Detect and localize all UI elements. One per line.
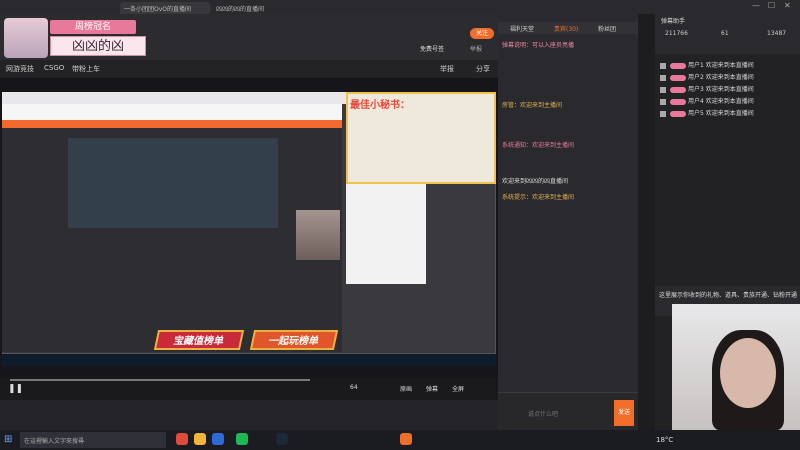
fullscreen-button[interactable]: 全屏: [452, 384, 464, 393]
ranking-row-text: 用户1 欢迎来到本直播间: [688, 62, 754, 69]
room-title: 凶凶的凶: [50, 36, 146, 56]
live-app-icon[interactable]: [400, 433, 412, 445]
free-gift-label[interactable]: 免费号签: [420, 44, 444, 53]
breadcrumb: 网游竞技 CSGO 带粉上车 举报 分享: [0, 60, 498, 78]
ranking-title: 弹幕助手: [661, 18, 686, 25]
browser-tab[interactable]: 一条小团团OvO的直播间: [120, 2, 210, 14]
chrome-icon[interactable]: [176, 433, 188, 445]
maximize-icon[interactable]: ☐: [768, 1, 775, 10]
rank-icon: [660, 110, 666, 117]
pause-icon[interactable]: ❚❚: [8, 384, 23, 394]
inner-chat-list: [346, 184, 426, 284]
inner-orange-bar: [2, 120, 342, 128]
ranking-row: 用户2 欢迎来到本直播间: [660, 72, 798, 81]
volume-value: 64: [350, 384, 358, 391]
quality-button[interactable]: 原画: [400, 384, 412, 393]
spotify-icon[interactable]: [236, 433, 248, 445]
send-button[interactable]: 发送: [614, 400, 634, 426]
level-badge: [670, 110, 686, 117]
banner-right: 一起玩榜单: [249, 330, 339, 350]
tab-vip[interactable]: 贵宾(30): [554, 24, 578, 33]
chat-message: 房管：欢迎来到主播间: [502, 102, 563, 109]
windows-start-icon[interactable]: ⊞: [4, 434, 12, 445]
follow-button[interactable]: 关注: [470, 28, 494, 39]
app-icon[interactable]: [212, 433, 224, 445]
tab-welfare[interactable]: 福利天堂: [510, 24, 534, 33]
level-badge: [670, 86, 686, 93]
taskbar-search-input[interactable]: 在這裡輸入文字來搜尋: [20, 432, 166, 448]
rank-icon: [660, 86, 666, 93]
chat-message: 系统提示：欢迎来到主播间: [502, 194, 575, 201]
rank-icon: [660, 74, 666, 81]
browser-tab-active[interactable]: 凶凶的凶的直播间: [212, 2, 302, 14]
chat-message: 欢迎来到凶凶的凶直播间: [502, 178, 569, 185]
inner-stream-thumbnail: [68, 138, 278, 228]
ranking-row: 用户4 欢迎来到本直播间: [660, 96, 798, 105]
chat-message: 弹幕说明：可以入座员亮播: [502, 42, 575, 49]
report-link[interactable]: 举报: [470, 44, 482, 53]
folder-icon[interactable]: [194, 433, 206, 445]
level-badge: [670, 74, 686, 81]
banner-left: 宝藏值榜单: [153, 330, 245, 350]
level-badge: [670, 62, 686, 69]
weather-text[interactable]: 18°C: [656, 436, 673, 444]
chat-input[interactable]: 说点什么吧: [528, 409, 558, 418]
inner-taskbar: [2, 354, 496, 366]
stat-value: 13487: [767, 30, 787, 37]
inner-webcam: [296, 210, 340, 260]
breadcrumb-item[interactable]: 带粉上车: [72, 64, 100, 74]
gift-tip-text: 这里展示你收到的礼物、道具、贵族开通、钻粉开通: [659, 292, 798, 299]
player-controls: ❚❚ 64 原画 弹幕 全屏: [0, 378, 498, 400]
weekly-rank-badge: 周榜冠名: [50, 20, 136, 34]
minimize-icon[interactable]: —: [752, 1, 760, 10]
rank-icon: [660, 98, 666, 105]
streamer-face: [720, 338, 776, 408]
ranking-row-text: 用户4 欢迎来到本直播间: [688, 98, 754, 105]
gift-bar: [0, 400, 498, 430]
ranking-header: 弹幕助手 211766 61 13487: [655, 14, 800, 54]
chat-message: 系统通知：欢迎来到主播间: [502, 142, 575, 149]
level-badge: [670, 98, 686, 105]
ranking-row-text: 用户5 欢迎来到本直播间: [688, 110, 754, 117]
breadcrumb-item[interactable]: 网游竞技: [6, 64, 34, 74]
ranking-row-text: 用户3 欢迎来到本直播间: [688, 86, 754, 93]
report-button[interactable]: 举报: [440, 64, 454, 74]
ranking-row: 用户3 欢迎来到本直播间: [660, 84, 798, 93]
close-icon[interactable]: ✕: [784, 1, 791, 10]
browser-tab-bar: 一条小团团OvO的直播间 凶凶的凶的直播间 — ☐ ✕: [0, 0, 800, 14]
tab-fans[interactable]: 粉丝团: [598, 24, 616, 33]
danmaku-button[interactable]: 弹幕: [426, 384, 438, 393]
notice-title: 最佳小秘书：: [350, 100, 410, 111]
share-button[interactable]: 分享: [476, 64, 490, 74]
inner-page-header: [2, 104, 342, 120]
rank-icon: [660, 62, 666, 69]
stat-value: 211766: [665, 30, 688, 37]
stream-header: 周榜冠名 凶凶的凶 关注 免费号签 举报: [0, 14, 498, 60]
breadcrumb-item[interactable]: CSGO: [44, 64, 64, 72]
chat-panel: [498, 14, 638, 430]
steam-icon[interactable]: [276, 433, 288, 445]
ranking-row: 用户5 欢迎来到本直播间: [660, 108, 798, 117]
progress-bar[interactable]: [10, 379, 310, 381]
avatar[interactable]: [4, 18, 48, 58]
ranking-row-text: 用户2 欢迎来到本直播间: [688, 74, 754, 81]
chat-tabs: 福利天堂 贵宾(30) 粉丝团: [498, 22, 638, 34]
stat-value: 61: [721, 30, 729, 37]
ranking-row: 用户1 欢迎来到本直播间: [660, 60, 798, 69]
